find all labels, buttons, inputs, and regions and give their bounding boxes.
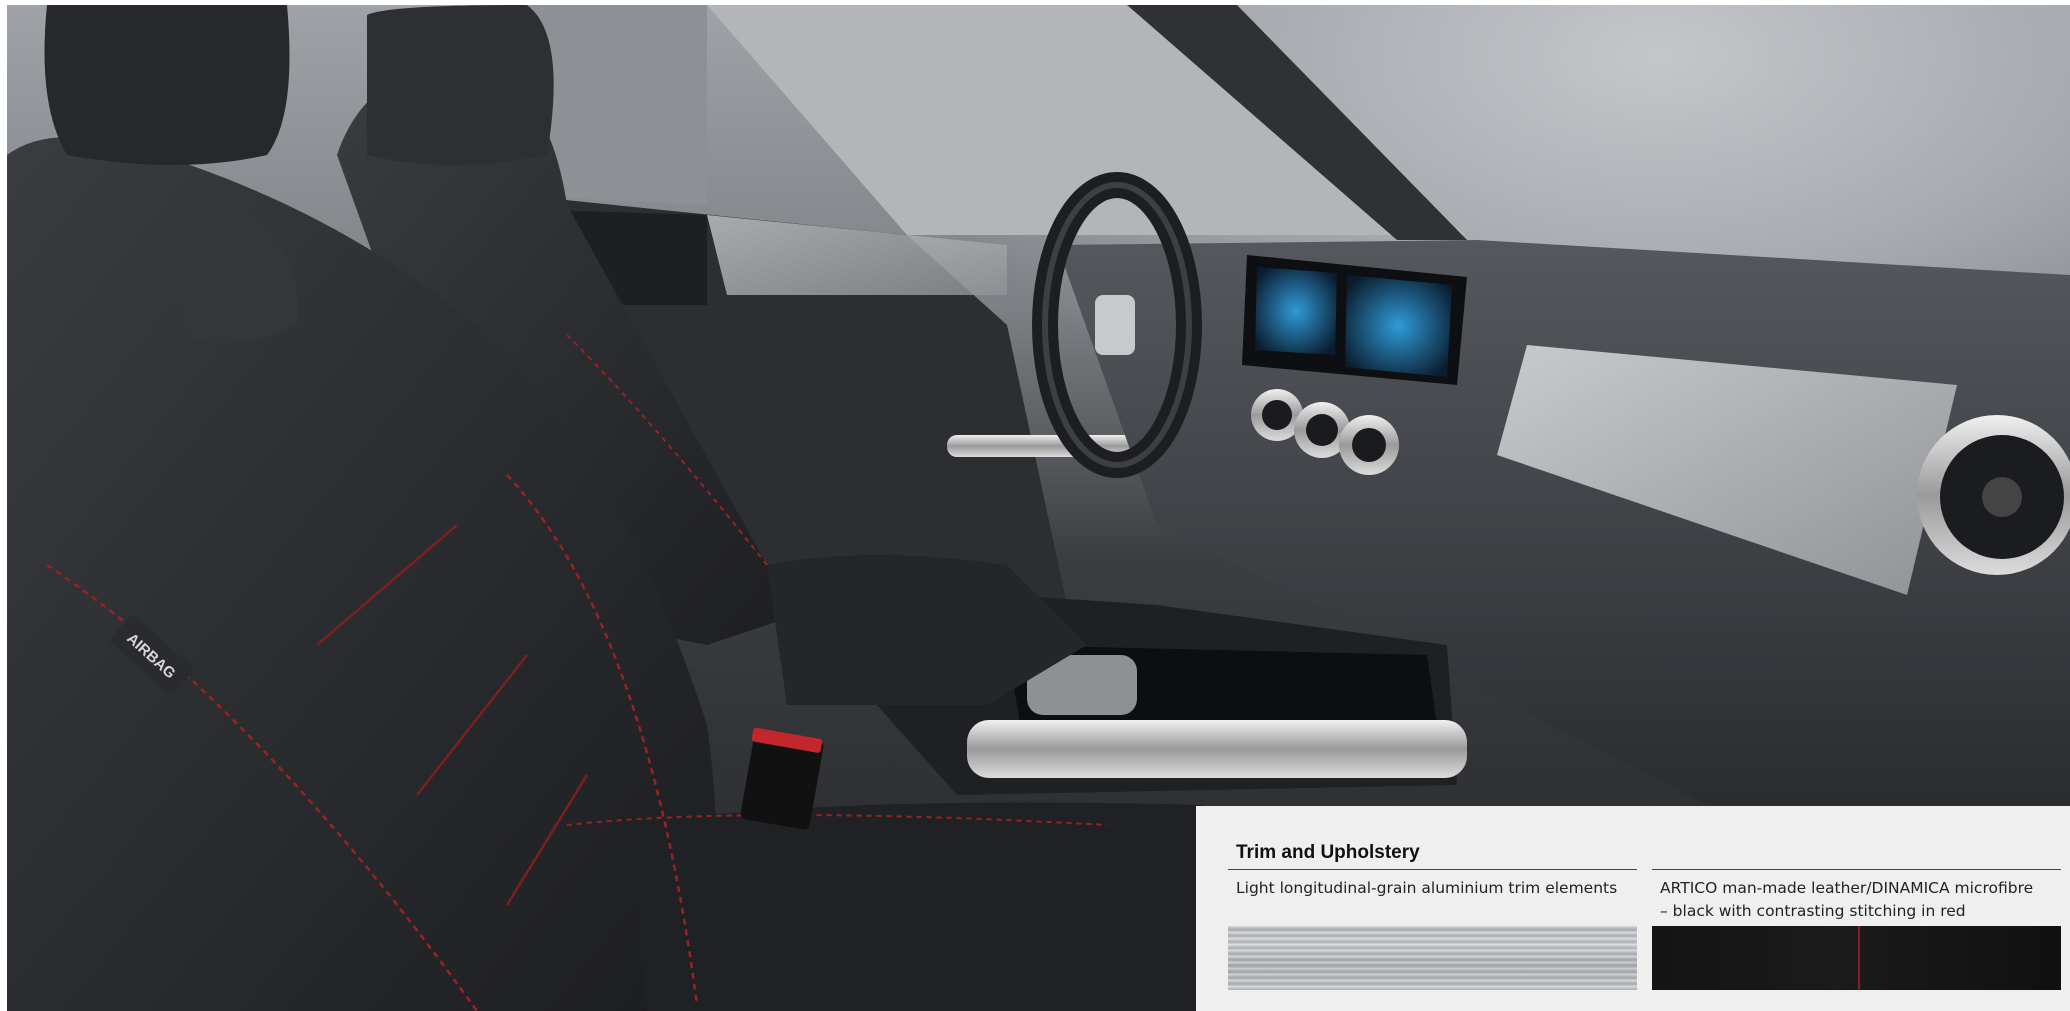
seat-cushion — [627, 802, 1203, 1011]
instrument-display — [1255, 267, 1337, 355]
headrest-passenger — [367, 5, 554, 165]
upholstery-label-line1: ARTICO man-made leather/DINAMICA microfi… — [1660, 879, 2034, 897]
trim-swatch-aluminium — [1228, 926, 1637, 990]
trim-label: Light longitudinal-grain aluminium trim … — [1236, 879, 1618, 897]
upholstery-label-line2: – black with contrasting stitching in re… — [1660, 902, 1966, 920]
trim-upholstery-panel: Trim and Upholstery Light longitudinal-g… — [1196, 806, 2070, 1011]
media-display — [1345, 275, 1452, 377]
upholstery-description: ARTICO man-made leather/DINAMICA microfi… — [1660, 877, 2065, 923]
headrest-driver — [44, 5, 290, 165]
panel-title: Trim and Upholstery — [1236, 842, 1420, 863]
upholstery-swatch-black-leather — [1652, 926, 2061, 990]
trim-description: Light longitudinal-grain aluminium trim … — [1236, 877, 1636, 900]
console-chrome-strip — [967, 720, 1467, 778]
divider-left — [1228, 869, 1637, 870]
red-stitch-line — [1858, 926, 1860, 990]
divider-right — [1652, 869, 2061, 870]
